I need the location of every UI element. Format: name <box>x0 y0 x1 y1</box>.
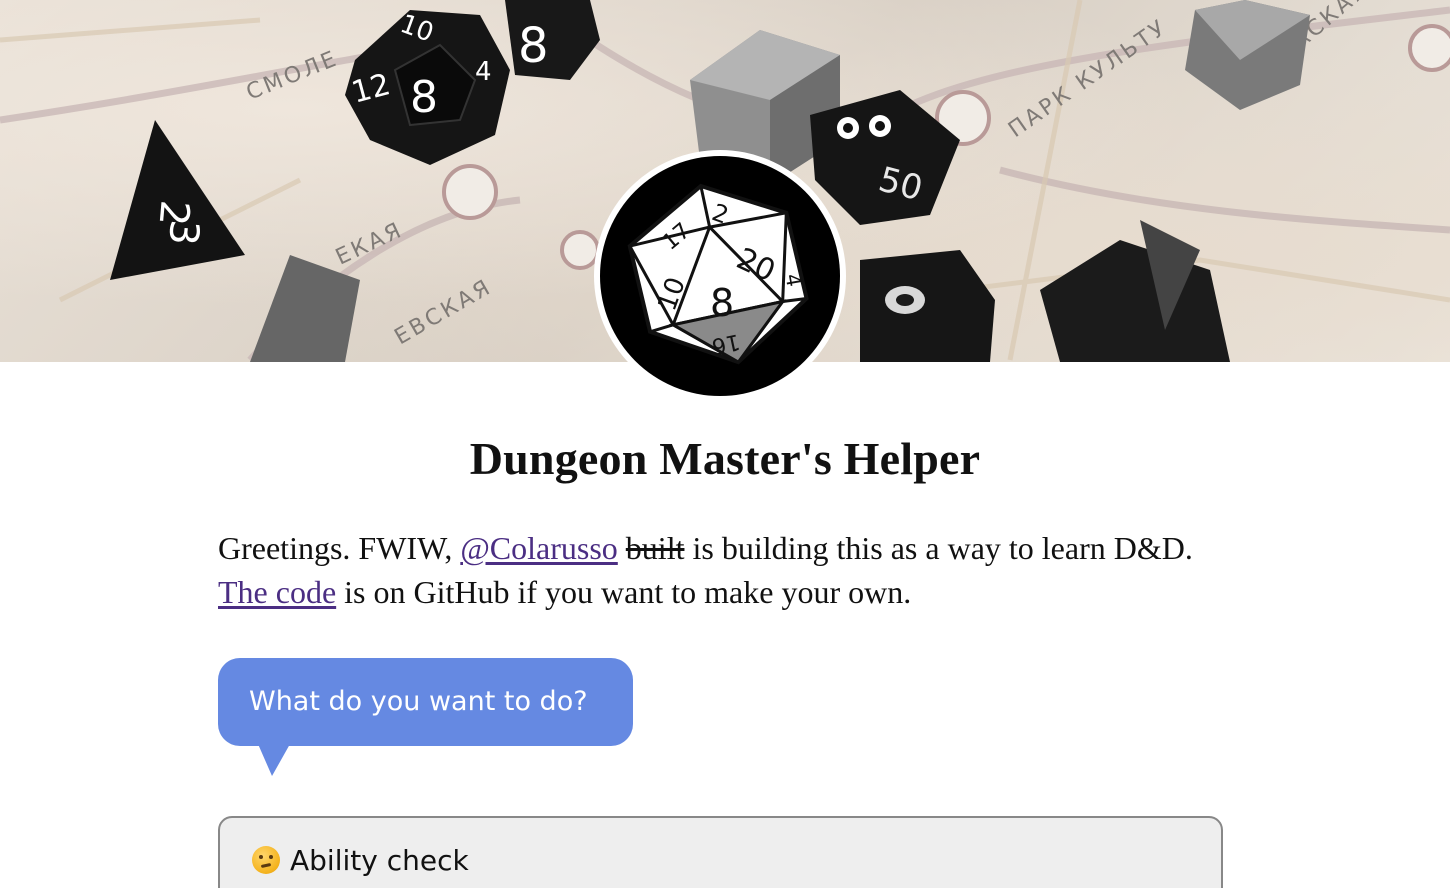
d10-die-icon: 8 <box>505 0 600 80</box>
map-label: ПАРК КУЛЬТУ <box>1004 15 1172 143</box>
svg-text:3: 3 <box>159 218 207 247</box>
svg-text:8: 8 <box>410 72 438 123</box>
thinking-face-icon <box>252 846 280 874</box>
d4-die-icon: 2 3 <box>110 120 245 280</box>
option-label: Ability check <box>290 844 469 877</box>
intro-middle: is building this as a way to learn D&D. <box>692 530 1193 566</box>
d12-die-icon: 8 12 10 4 <box>345 9 510 165</box>
intro-paragraph: Greetings. FWIW, @Colarusso built is bui… <box>218 526 1228 614</box>
metal-d10-die-icon <box>1185 0 1310 110</box>
d8-die-icon <box>1040 220 1230 362</box>
page-title: Dungeon Master's Helper <box>469 433 981 484</box>
option-ability-check[interactable]: Ability check <box>218 816 1223 888</box>
d6-die-icon <box>860 250 995 362</box>
d20-face-label: 8 <box>710 281 734 325</box>
svg-text:8: 8 <box>518 18 549 74</box>
d20-icon: 2 20 10 8 16 17 4 <box>600 156 840 396</box>
intro-ending: is on GitHub if you want to make your ow… <box>344 574 912 610</box>
struck-word: built <box>625 530 685 566</box>
map-label: ЕКАЯ <box>332 217 408 270</box>
avatar: 2 20 10 8 16 17 4 <box>594 150 846 402</box>
author-link[interactable]: @Colarusso <box>460 530 617 566</box>
prompt-bubble: What do you want to do? <box>218 658 633 746</box>
map-label: ЕВСКАЯ <box>391 274 497 350</box>
prompt-bubble-tail <box>258 744 290 776</box>
svg-text:4: 4 <box>475 57 492 87</box>
intro-greeting: Greetings. FWIW, <box>218 530 453 566</box>
map-label: СМОЛЕ <box>243 46 342 106</box>
code-link[interactable]: The code <box>218 574 336 610</box>
